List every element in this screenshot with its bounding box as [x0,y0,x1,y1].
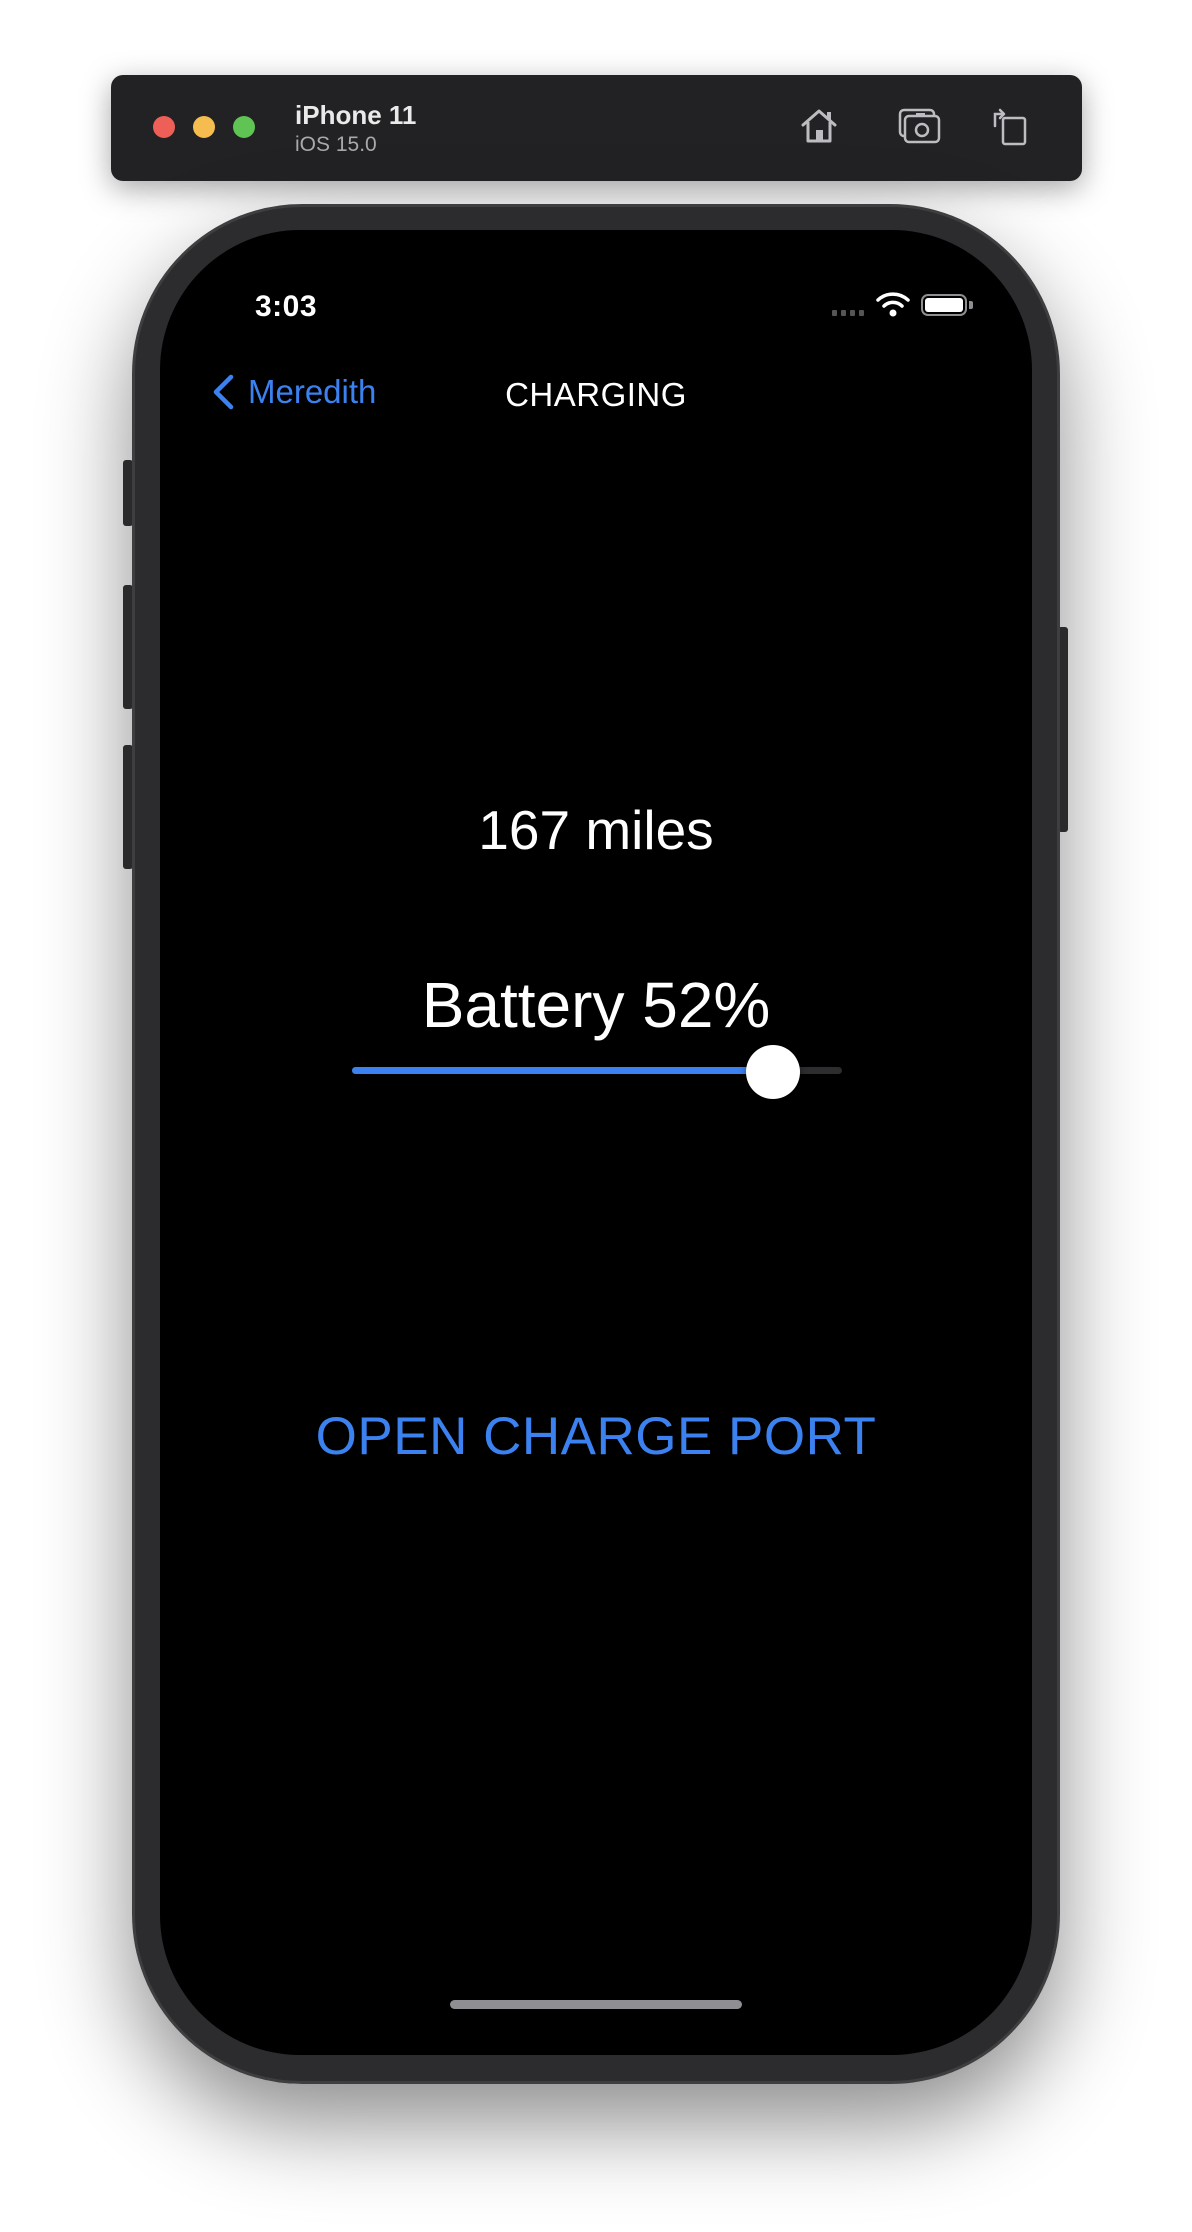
close-window-button[interactable] [153,116,175,138]
battery-cap [969,301,973,309]
zoom-window-button[interactable] [233,116,255,138]
wifi-icon [875,290,911,318]
status-time: 3:03 [255,290,318,323]
battery-percentage-label: Battery 52% [421,969,771,1041]
chevron-left-icon [213,374,234,410]
cellular-signal-icon [832,310,864,316]
range-label: 167 miles [478,799,714,861]
minimize-window-button[interactable] [193,116,215,138]
phone-screen: 3:03 CHARGING Meredith 167 miles Battery… [160,230,1032,2055]
slider-fill [352,1067,774,1074]
screenshot-icon[interactable] [897,104,941,148]
battery-icon [921,294,967,316]
device-os-version: iOS 15.0 [295,133,377,156]
back-button-label: Meredith [248,373,377,410]
back-button[interactable]: Meredith [210,373,376,411]
home-icon[interactable] [797,104,841,148]
battery-level [925,298,963,312]
home-indicator [450,2000,742,2009]
slider-thumb[interactable] [746,1045,801,1099]
battery-slider[interactable] [352,1045,842,1099]
device-name: iPhone 11 [295,100,417,130]
rotate-icon[interactable] [987,104,1031,148]
open-charge-port-button[interactable]: OPEN CHARGE PORT [160,1406,1032,1467]
